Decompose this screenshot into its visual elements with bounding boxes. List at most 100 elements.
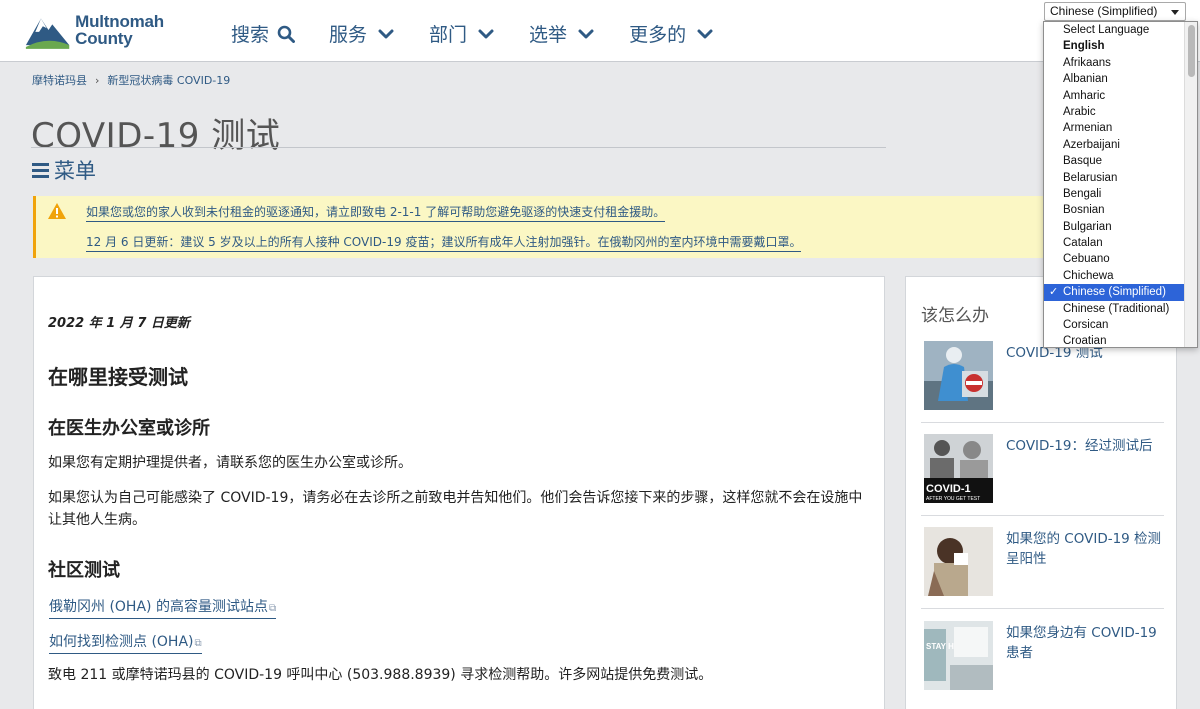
language-dropdown-list: Select Language English Afrikaans Albanian A… — [1043, 21, 1198, 348]
search-icon — [277, 25, 296, 43]
language-option[interactable]: Afrikaans — [1044, 55, 1197, 71]
nav-departments-label: 部门 — [429, 24, 468, 46]
checkmark-icon: ✓ — [1049, 286, 1059, 299]
logo-line-2: County — [75, 29, 133, 48]
warning-icon — [48, 203, 66, 219]
county-logo[interactable]: Multnomah County — [24, 8, 164, 52]
language-option-label: Croatian — [1063, 335, 1107, 348]
language-option[interactable]: Croatian — [1044, 333, 1197, 348]
language-option[interactable]: Chichewa — [1044, 268, 1197, 284]
nav-departments[interactable]: 部门 — [429, 20, 495, 47]
language-option[interactable]: Belarusian — [1044, 170, 1197, 186]
scrollbar-thumb[interactable] — [1188, 25, 1195, 77]
language-option-label: Chinese (Traditional) — [1063, 302, 1170, 315]
hamburger-icon — [32, 162, 49, 178]
language-list-scrollbar[interactable] — [1184, 22, 1197, 347]
language-option-label: Arabic — [1063, 105, 1096, 118]
language-option[interactable]: Bulgarian — [1044, 219, 1197, 235]
heading-community-testing: 社区测试 — [48, 560, 120, 581]
link-oha-testing-sites[interactable]: 俄勒冈州 (OHA) 的高容量测试站点⧉ — [49, 596, 277, 619]
sidebar-card-positive-label: 如果您的 COVID-19 检测呈阳性 — [1006, 531, 1162, 567]
language-option[interactable]: Arabic — [1044, 104, 1197, 120]
language-option-label: Afrikaans — [1063, 56, 1111, 69]
menu-label: 菜单 — [54, 159, 96, 183]
nav-more[interactable]: 更多的 — [629, 20, 714, 47]
language-option-label: Belarusian — [1063, 171, 1118, 184]
heading-doctor-office: 在医生办公室或诊所 — [48, 418, 210, 439]
sidebar-card-exposure-label: 如果您身边有 COVID-19 患者 — [1006, 625, 1157, 661]
language-option[interactable]: Bengali — [1044, 186, 1197, 202]
link-find-test-site-label: 如何找到检测点 (OHA) — [49, 634, 194, 650]
language-select-value: Chinese (Simplified) — [1050, 4, 1158, 18]
sidebar-card-positive[interactable]: 如果您的 COVID-19 检测呈阳性 — [921, 527, 1164, 609]
sidebar-title: 该怎么办 — [921, 306, 989, 326]
language-option-label: Armenian — [1063, 122, 1113, 135]
language-option-label: Basque — [1063, 155, 1103, 168]
nav-services-label: 服务 — [329, 24, 368, 46]
nav-search[interactable]: 搜索 — [231, 20, 296, 47]
breadcrumb-home[interactable]: 摩特诺玛县 — [32, 72, 87, 88]
thumb-covid-text: COVID-1 — [926, 483, 971, 495]
mountain-logo-icon — [25, 18, 70, 49]
page-title: COVID-19 测试 — [31, 116, 281, 156]
link-oha-testing-sites-label: 俄勒冈州 (OHA) 的高容量测试站点 — [49, 599, 268, 615]
nav-elections[interactable]: 选举 — [529, 20, 595, 47]
language-option-label: Select Language — [1063, 24, 1150, 36]
language-option[interactable]: Catalan — [1044, 235, 1197, 251]
stay-home-photo: STAY HOME — [924, 621, 993, 690]
language-option-label: Corsican — [1063, 319, 1109, 332]
language-options: Select Language English Afrikaans Albanian A… — [1044, 22, 1197, 348]
site-header: Multnomah County 搜索 服务 部门 选举 更多的 — [0, 0, 1200, 62]
chevron-down-icon — [378, 29, 394, 38]
paragraph-doctor-2: 如果您认为自己可能感染了 COVID-19，请务必在去诊所之前致电并告知他们。他… — [48, 490, 863, 528]
language-option[interactable]: Armenian — [1044, 120, 1197, 136]
nav-more-label: 更多的 — [629, 24, 687, 46]
language-option[interactable]: Albanian — [1044, 71, 1197, 87]
menu-button[interactable]: 菜单 — [32, 155, 96, 185]
sidebar-card-after-testing-label: COVID-19：经过测试后 — [1006, 438, 1153, 454]
alert-link-eviction[interactable]: 如果您或您的家人收到未付租金的驱逐通知，请立即致电 2-1-1 了解可帮助您避免… — [86, 203, 666, 222]
language-option[interactable]: English — [1044, 38, 1197, 54]
sidebar-card-exposure[interactable]: STAY HOME 如果您身边有 COVID-19 患者 — [921, 621, 1164, 703]
breadcrumb-covid[interactable]: 新型冠状病毒 COVID-19 — [107, 72, 230, 88]
sidebar-card-testing[interactable]: COVID-19 测试 — [921, 341, 1164, 423]
external-link-icon: ⧉ — [194, 638, 202, 649]
breadcrumb: 摩特诺玛县 › 新型冠状病毒 COVID-19 — [32, 72, 230, 88]
dropdown-arrow-icon — [1171, 10, 1179, 15]
language-option-label: Bulgarian — [1063, 220, 1112, 233]
alert-banner: 如果您或您的家人收到未付租金的驱逐通知，请立即致电 2-1-1 了解可帮助您避免… — [33, 196, 1163, 258]
language-option[interactable]: Select Language — [1044, 22, 1197, 38]
link-find-test-site[interactable]: 如何找到检测点 (OHA)⧉ — [49, 631, 202, 654]
language-option[interactable]: Chinese (Traditional) — [1044, 301, 1197, 317]
sidebar-card-after-testing[interactable]: COVID-1 AFTER YOU GET TEST COVID-19：经过测试… — [921, 434, 1164, 516]
nav-search-label: 搜索 — [231, 24, 270, 46]
language-option[interactable]: Azerbaijani — [1044, 137, 1197, 153]
breadcrumb-separator: › — [95, 73, 100, 87]
language-option[interactable]: Amharic — [1044, 88, 1197, 104]
title-divider — [31, 147, 886, 148]
language-option[interactable]: ✓ Chinese (Simplified) — [1044, 284, 1197, 301]
language-option[interactable]: Basque — [1044, 153, 1197, 169]
language-option-label: English — [1063, 40, 1105, 53]
chevron-down-icon — [697, 29, 713, 38]
language-option-label: Catalan — [1063, 237, 1103, 250]
external-link-icon: ⧉ — [268, 603, 277, 614]
language-option-label: Chichewa — [1063, 269, 1114, 282]
language-option[interactable]: Cebuano — [1044, 251, 1197, 267]
language-option-label: Bosnian — [1063, 204, 1105, 217]
main-content: 2022 年 1 月 7 日更新 在哪里接受测试 在医生办公室或诊所 如果您有定… — [33, 276, 885, 709]
nav-elections-label: 选举 — [529, 24, 568, 46]
logo-line-1: Multnomah — [75, 12, 164, 31]
paragraph-community: 致电 211 或摩特诺玛县的 COVID-19 呼叫中心 (503.988.89… — [48, 667, 713, 683]
language-select[interactable]: Chinese (Simplified) — [1044, 2, 1186, 21]
updated-date: 2022 年 1 月 7 日更新 — [48, 316, 190, 331]
language-option-label: Albanian — [1063, 73, 1108, 86]
language-option[interactable]: Corsican — [1044, 317, 1197, 333]
logo-wordmark: Multnomah County — [75, 13, 164, 47]
alert-link-vaccine-update[interactable]: 12 月 6 日更新：建议 5 岁及以上的所有人接种 COVID-19 疫苗；建… — [86, 233, 802, 252]
paragraph-doctor-1: 如果您有定期护理提供者，请联系您的医生办公室或诊所。 — [48, 455, 412, 471]
language-option[interactable]: Bosnian — [1044, 202, 1197, 218]
main-nav: 搜索 服务 部门 选举 更多的 — [231, 20, 748, 47]
language-option-label: Chinese (Simplified) — [1063, 286, 1166, 299]
nav-services[interactable]: 服务 — [329, 20, 395, 47]
